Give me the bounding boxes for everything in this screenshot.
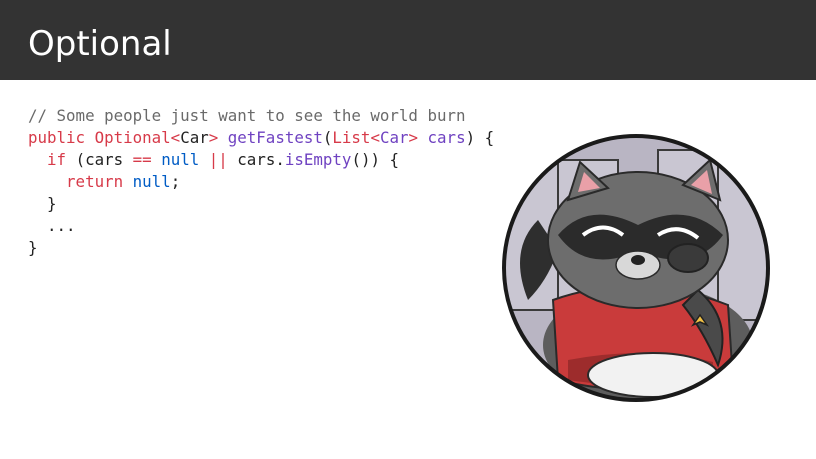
code-token: == bbox=[132, 150, 152, 169]
code-token: public bbox=[28, 128, 95, 147]
code-token: > bbox=[208, 128, 228, 147]
code-line: return null; bbox=[28, 171, 494, 193]
code-token: null bbox=[132, 172, 171, 191]
code-token: if bbox=[47, 150, 67, 169]
code-token: ()) { bbox=[351, 150, 399, 169]
code-token: Car bbox=[379, 128, 409, 147]
code-token: < bbox=[370, 128, 380, 147]
code-token: > bbox=[408, 128, 428, 147]
code-token: } bbox=[28, 238, 38, 257]
title-bar: Optional bbox=[0, 0, 816, 80]
code-token: getFastest bbox=[227, 128, 323, 147]
code-line: // Some people just want to see the worl… bbox=[28, 105, 494, 127]
code-token: || bbox=[208, 150, 228, 169]
code-token: // Some people just want to see the worl… bbox=[28, 106, 466, 125]
code-token: Car bbox=[180, 128, 209, 147]
code-token: List bbox=[332, 128, 371, 147]
code-token: ; bbox=[170, 172, 181, 191]
code-line: ... bbox=[28, 215, 494, 237]
code-token: null bbox=[161, 150, 200, 169]
code-token: < bbox=[170, 128, 181, 147]
code-token: cars. bbox=[227, 150, 285, 169]
code-line: } bbox=[28, 237, 494, 259]
code-token: isEmpty bbox=[284, 150, 352, 169]
code-token: ( bbox=[322, 128, 333, 147]
slide-title: Optional bbox=[28, 24, 172, 64]
code-token: } bbox=[28, 194, 57, 213]
code-line: } bbox=[28, 193, 494, 215]
code-token: ... bbox=[28, 216, 76, 235]
code-token: return bbox=[66, 172, 124, 191]
code-line: if (cars == null || cars.isEmpty()) { bbox=[28, 149, 494, 171]
code-token: ) { bbox=[465, 128, 495, 147]
code-token: Optional bbox=[94, 128, 171, 147]
code-token: (cars bbox=[66, 150, 133, 169]
code-line: public Optional<Car> getFastest(List<Car… bbox=[28, 127, 494, 149]
raccoon-facepalm-icon bbox=[502, 134, 770, 402]
code-token: cars bbox=[427, 128, 466, 147]
code-block: // Some people just want to see the worl… bbox=[28, 105, 494, 259]
